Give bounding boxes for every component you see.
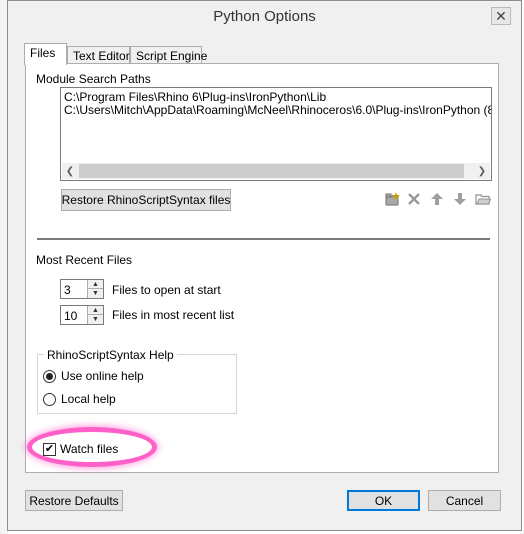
browse-folder-icon[interactable] xyxy=(474,191,492,207)
checkmark-icon: ✔ xyxy=(44,443,55,455)
ok-button[interactable]: OK xyxy=(347,490,420,511)
cancel-button[interactable]: Cancel xyxy=(428,490,501,511)
use-online-help-radio[interactable] xyxy=(43,370,56,383)
watch-files-label[interactable]: Watch files xyxy=(60,442,118,456)
dialog-title: Python Options xyxy=(213,8,316,25)
move-down-icon[interactable] xyxy=(451,191,469,207)
new-folder-icon[interactable] xyxy=(384,191,402,207)
path-item[interactable]: C:\Users\Mitch\AppData\Roaming\McNeel\Rh… xyxy=(64,104,491,117)
local-help-radio[interactable] xyxy=(43,393,56,406)
files-in-recent-value[interactable]: 10 xyxy=(64,309,77,323)
files-to-open-value[interactable]: 3 xyxy=(64,283,71,297)
scroll-right-icon[interactable]: ❯ xyxy=(474,163,490,179)
help-group-title: RhinoScriptSyntax Help xyxy=(44,348,177,362)
tab-script-engine-label: Script Engine xyxy=(136,49,208,63)
delete-icon[interactable] xyxy=(405,191,423,207)
horizontal-scrollbar[interactable]: ❮ ❯ xyxy=(62,163,490,179)
most-recent-files-label: Most Recent Files xyxy=(36,253,133,267)
decrement-icon[interactable]: ▼ xyxy=(88,315,103,324)
local-help-label[interactable]: Local help xyxy=(61,392,116,406)
module-search-paths-label: Module Search Paths xyxy=(36,72,151,86)
tab-text-editor[interactable]: Text Editor xyxy=(67,46,130,63)
restore-rhinoscriptsyntax-button[interactable]: Restore RhinoScriptSyntax files xyxy=(61,189,231,211)
use-online-help-label[interactable]: Use online help xyxy=(61,369,144,383)
tab-files[interactable]: Files xyxy=(24,43,67,65)
restore-defaults-button[interactable]: Restore Defaults xyxy=(25,490,123,511)
move-up-icon[interactable] xyxy=(428,191,446,207)
files-in-recent-label: Files in most recent list xyxy=(112,308,235,322)
watch-files-checkbox[interactable]: ✔ xyxy=(43,443,56,456)
files-to-open-stepper[interactable]: 3 ▲ ▼ xyxy=(60,279,104,299)
close-icon: ✕ xyxy=(495,8,507,24)
section-divider xyxy=(37,238,490,240)
files-to-open-label: Files to open at start xyxy=(112,283,221,297)
module-search-paths-list[interactable]: C:\Program Files\Rhino 6\Plug-ins\IronPy… xyxy=(60,87,492,181)
tab-files-label: Files xyxy=(30,46,56,60)
title-bar: Python Options ✕ xyxy=(8,1,521,32)
increment-icon[interactable]: ▲ xyxy=(88,306,103,315)
scroll-left-icon[interactable]: ❮ xyxy=(62,163,78,179)
increment-icon[interactable]: ▲ xyxy=(88,280,103,289)
files-in-recent-stepper[interactable]: 10 ▲ ▼ xyxy=(60,305,104,325)
tab-text-editor-label: Text Editor xyxy=(73,49,130,63)
decrement-icon[interactable]: ▼ xyxy=(88,289,103,298)
tab-script-engine[interactable]: Script Engine xyxy=(130,46,207,63)
close-button[interactable]: ✕ xyxy=(491,7,511,25)
scrollbar-thumb[interactable] xyxy=(79,164,464,178)
